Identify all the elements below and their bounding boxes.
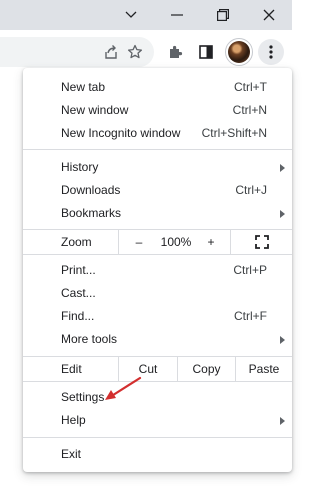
profile-avatar[interactable] <box>228 41 250 63</box>
menu-item-label: Downloads <box>61 183 121 197</box>
zoom-level: 100% <box>160 235 192 249</box>
menu-item-label: New Incognito window <box>61 126 181 140</box>
menu-item-settings[interactable]: Settings <box>23 386 292 409</box>
menu-item-print[interactable]: Print... Ctrl+P <box>23 259 292 282</box>
bookmark-star-icon[interactable] <box>120 37 150 67</box>
restore-icon[interactable] <box>200 0 246 30</box>
menu-item-new-window[interactable]: New window Ctrl+N <box>23 99 292 122</box>
fullscreen-icon[interactable] <box>249 230 275 254</box>
zoom-in-button[interactable]: + <box>193 230 229 254</box>
close-icon[interactable] <box>246 0 292 30</box>
menu-item-label: Exit <box>61 447 82 461</box>
menu-item-label: Find... <box>61 309 95 323</box>
menu-divider <box>23 149 292 150</box>
annotation-arrow-shaft <box>108 376 142 399</box>
menu-item-exit[interactable]: Exit <box>23 443 292 466</box>
menu-item-history[interactable]: History <box>23 156 292 179</box>
menu-divider <box>23 437 292 438</box>
shortcut-label: Ctrl+J <box>235 183 267 197</box>
more-menu-icon[interactable] <box>256 37 286 67</box>
menu-item-cast[interactable]: Cast... <box>23 282 292 305</box>
submenu-arrow-icon <box>280 336 285 344</box>
menu-item-label: Bookmarks <box>61 206 122 220</box>
edit-row: Edit Cut Copy Paste <box>23 356 292 382</box>
menu-item-label: New tab <box>61 80 106 94</box>
menu-item-new-tab[interactable]: New tab Ctrl+T <box>23 76 292 99</box>
menu-item-help[interactable]: Help <box>23 409 292 432</box>
title-bar <box>0 0 292 30</box>
submenu-arrow-icon <box>280 164 285 172</box>
menu-item-label: New window <box>61 103 129 117</box>
menu-item-label: Print... <box>61 263 96 277</box>
menu-item-new-incognito-window[interactable]: New Incognito window Ctrl+Shift+N <box>23 122 292 145</box>
submenu-arrow-icon <box>280 210 285 218</box>
minimize-icon[interactable] <box>154 0 200 30</box>
menu-item-more-tools[interactable]: More tools <box>23 328 292 351</box>
menu-item-label: Settings <box>61 390 105 404</box>
side-panel-icon[interactable] <box>191 37 221 67</box>
submenu-arrow-icon <box>280 417 285 425</box>
chevron-down-icon[interactable] <box>108 0 154 30</box>
menu-item-bookmarks[interactable]: Bookmarks <box>23 202 292 225</box>
edit-label: Edit <box>61 362 82 376</box>
menu-item-find[interactable]: Find... Ctrl+F <box>23 305 292 328</box>
shortcut-label: Ctrl+N <box>232 103 267 117</box>
chrome-main-menu: New tab Ctrl+T New window Ctrl+N New Inc… <box>23 68 292 472</box>
menu-item-label: Cast... <box>61 286 96 300</box>
menu-item-downloads[interactable]: Downloads Ctrl+J <box>23 179 292 202</box>
menu-item-label: More tools <box>61 332 118 346</box>
shortcut-label: Ctrl+Shift+N <box>201 126 267 140</box>
menu-item-label: Help <box>61 413 86 427</box>
menu-item-label: History <box>61 160 99 174</box>
zoom-label: Zoom <box>61 235 92 249</box>
shortcut-label: Ctrl+P <box>233 263 267 277</box>
zoom-out-button[interactable]: – <box>119 230 159 254</box>
shortcut-label: Ctrl+T <box>234 80 267 94</box>
shortcut-label: Ctrl+F <box>234 309 267 323</box>
copy-button[interactable]: Copy <box>178 357 235 381</box>
extensions-icon[interactable] <box>160 37 190 67</box>
zoom-row: Zoom – 100% + <box>23 229 292 255</box>
zoom-divider <box>230 230 231 254</box>
paste-button[interactable]: Paste <box>236 357 292 381</box>
annotation-arrow-icon <box>105 376 142 400</box>
